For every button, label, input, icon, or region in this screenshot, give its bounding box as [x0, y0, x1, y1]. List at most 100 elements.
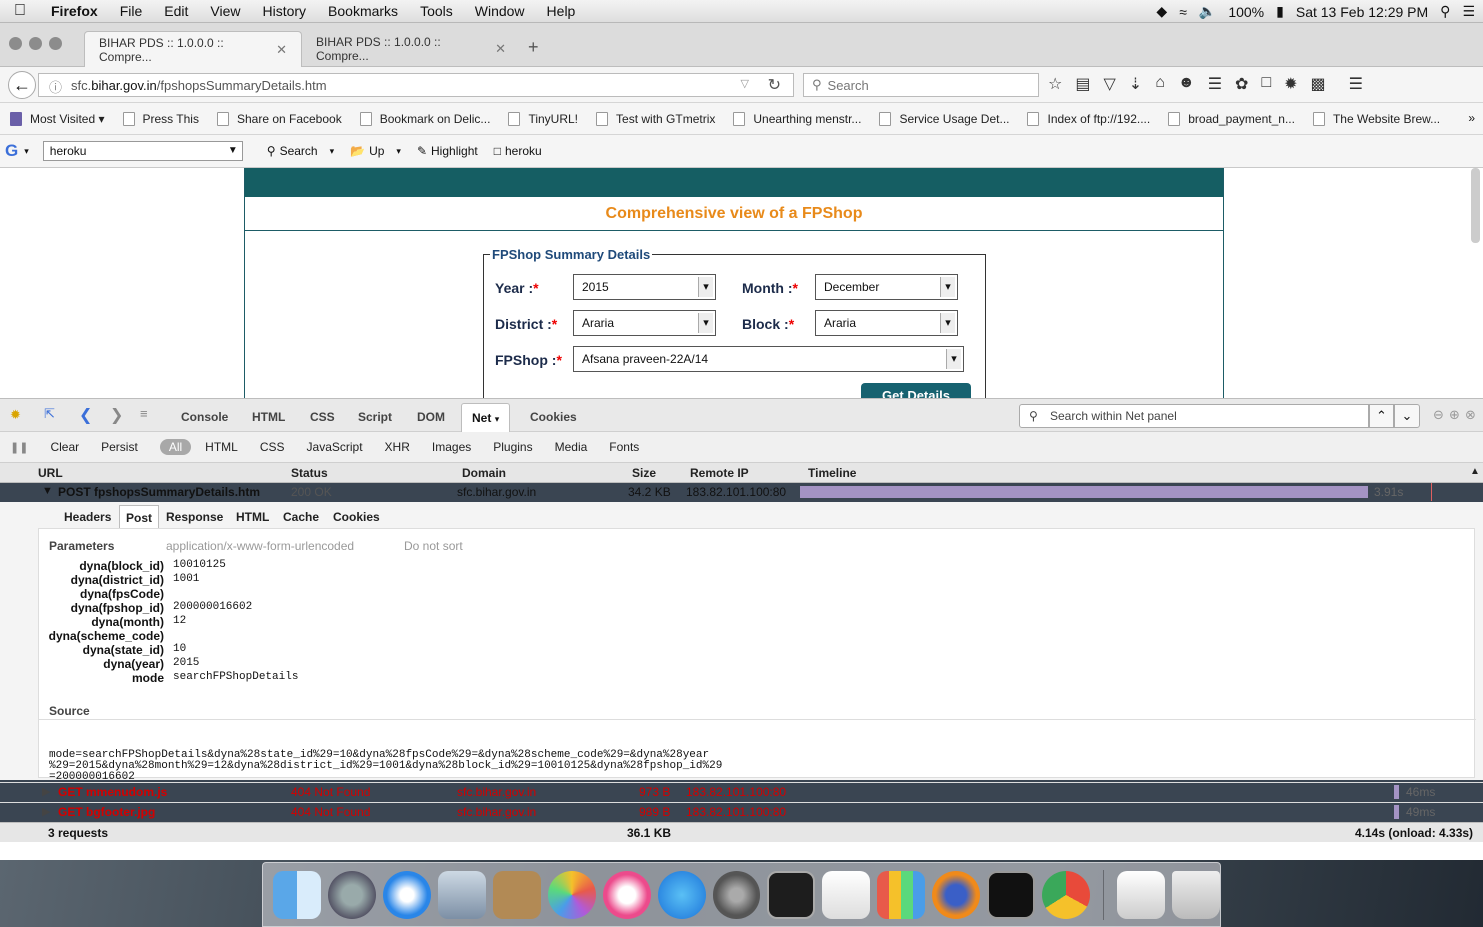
- menu-history[interactable]: History: [251, 3, 317, 19]
- command-line-icon[interactable]: ≡: [140, 406, 148, 421]
- bookmark-broad-payment[interactable]: broad_payment_n...: [1168, 111, 1295, 126]
- google-search-input[interactable]: heroku: [42, 141, 243, 161]
- google-term-button[interactable]: □ heroku: [494, 144, 542, 158]
- minimize-panel-icon[interactable]: ⊖: [1433, 407, 1444, 423]
- filter-css[interactable]: CSS: [260, 440, 285, 454]
- activity-monitor-icon[interactable]: [987, 870, 1036, 919]
- pocket-icon[interactable]: ▽: [1103, 74, 1115, 94]
- volume-icon[interactable]: 🔈: [1199, 3, 1216, 20]
- get-details-button[interactable]: Get Details: [861, 383, 971, 398]
- filter-images[interactable]: Images: [432, 440, 471, 454]
- reload-icon[interactable]: ↻: [768, 75, 781, 95]
- bookmark-delicious[interactable]: Bookmark on Delic...: [359, 111, 490, 126]
- bookmark-most-visited[interactable]: Most Visited ▾: [10, 111, 105, 126]
- photos-icon[interactable]: [547, 870, 596, 919]
- month-select[interactable]: December: [815, 274, 958, 300]
- search-next-button[interactable]: ⌄: [1394, 404, 1420, 428]
- finder-icon[interactable]: [273, 870, 321, 919]
- safari-icon[interactable]: [382, 870, 431, 919]
- system-preferences-icon[interactable]: [712, 870, 761, 919]
- close-window-icon[interactable]: [9, 37, 22, 50]
- table-row[interactable]: ▶ GET mmenudom.js 404 Not Found sfc.biha…: [0, 782, 1483, 801]
- url-bar[interactable]: sfc. bihar.gov.in/fpshopsSummaryDetails.h…: [38, 73, 794, 97]
- menu-file[interactable]: File: [109, 3, 154, 19]
- column-status[interactable]: Status: [291, 466, 328, 480]
- tab-active[interactable]: BIHAR PDS :: 1.0.0.0 :: Compre... ✕: [84, 31, 302, 67]
- hamburger-menu-icon[interactable]: ☰: [1349, 74, 1363, 94]
- tab-inactive[interactable]: BIHAR PDS :: 1.0.0.0 :: Compre... ✕: [302, 31, 520, 67]
- download-icon[interactable]: ⇣: [1129, 74, 1142, 94]
- column-size[interactable]: Size: [632, 466, 656, 480]
- tab-css[interactable]: CSS: [310, 410, 335, 424]
- google-icon[interactable]: G: [5, 141, 18, 161]
- terminal-icon[interactable]: [767, 870, 816, 919]
- filter-media[interactable]: Media: [555, 440, 588, 454]
- reading-list-icon[interactable]: ▤: [1075, 74, 1090, 94]
- forward-icon[interactable]: ❯: [110, 405, 123, 425]
- close-panel-icon[interactable]: ⊗: [1465, 407, 1476, 423]
- column-url[interactable]: URL: [38, 466, 63, 480]
- google-highlight-button[interactable]: ✎ Highlight: [417, 144, 478, 158]
- detail-tab-post[interactable]: Post: [119, 505, 160, 530]
- menu-app-name[interactable]: Firefox: [40, 3, 109, 19]
- menu-help[interactable]: Help: [536, 3, 587, 19]
- chat-icon[interactable]: ☻: [1178, 74, 1195, 94]
- dropdown-arrow-icon[interactable]: ▽: [741, 77, 749, 90]
- new-tab-icon[interactable]: +: [528, 37, 539, 58]
- documents-stack-icon[interactable]: [1117, 870, 1166, 919]
- net-search-input[interactable]: ⚲ Search within Net panel: [1019, 404, 1369, 428]
- expand-icon[interactable]: ▼: [42, 485, 53, 497]
- sort-toggle[interactable]: Do not sort: [404, 539, 463, 553]
- year-select[interactable]: 2015: [573, 274, 716, 300]
- firebug-icon[interactable]: ✹: [1284, 74, 1297, 94]
- expand-icon[interactable]: ▶: [42, 785, 50, 798]
- tab-console[interactable]: Console: [181, 410, 228, 424]
- filter-plugins[interactable]: Plugins: [493, 440, 532, 454]
- star-icon[interactable]: ☆: [1048, 74, 1062, 94]
- chrome-icon[interactable]: [1042, 870, 1091, 919]
- google-search-button[interactable]: ⚲ Search ▾: [267, 144, 334, 158]
- page-scrollbar[interactable]: [1471, 168, 1480, 243]
- clipboard-icon[interactable]: □: [1261, 74, 1271, 94]
- notification-icon[interactable]: ☰: [1462, 3, 1475, 20]
- menu-edit[interactable]: Edit: [153, 3, 199, 19]
- filter-fonts[interactable]: Fonts: [609, 440, 639, 454]
- chevron-right-icon[interactable]: »: [1468, 111, 1475, 125]
- expand-icon[interactable]: ▶: [42, 805, 50, 818]
- persist-button[interactable]: Persist: [101, 440, 138, 454]
- filter-all[interactable]: All: [159, 439, 192, 455]
- info-icon[interactable]: ⓘ: [49, 77, 62, 96]
- home-icon[interactable]: ⌂: [1155, 74, 1165, 94]
- detail-tab-response[interactable]: Response: [166, 510, 223, 524]
- back-icon[interactable]: ❮: [79, 405, 92, 425]
- bookmark-gtmetrix[interactable]: Test with GTmetrix: [596, 111, 715, 126]
- back-arrow-icon[interactable]: ←: [8, 71, 36, 99]
- trash-icon[interactable]: [1172, 870, 1220, 919]
- addon-icon[interactable]: ✿: [1235, 74, 1248, 94]
- table-row[interactable]: ▼ POST fpshopsSummaryDetails.htm 200 OK …: [0, 483, 1483, 502]
- clear-button[interactable]: Clear: [50, 440, 79, 454]
- table-row[interactable]: ▶ GET bgfooter.jpg 404 Not Found sfc.bih…: [0, 802, 1483, 821]
- search-prev-button[interactable]: ⌃: [1369, 404, 1394, 428]
- bookmark-tinyurl[interactable]: TinyURL!: [508, 111, 578, 126]
- bookmark-service-usage[interactable]: Service Usage Det...: [879, 111, 1009, 126]
- apple-icon[interactable]: : [0, 2, 40, 20]
- filter-xhr[interactable]: XHR: [385, 440, 410, 454]
- firefox-icon[interactable]: [932, 870, 981, 919]
- menu-window[interactable]: Window: [464, 3, 536, 19]
- battery-status[interactable]: 100%: [1228, 4, 1264, 20]
- dropbox-icon[interactable]: ◆: [1156, 3, 1167, 20]
- bookmark-unearthing[interactable]: Unearthing menstr...: [733, 111, 861, 126]
- sort-arrow-icon[interactable]: ▲: [1470, 466, 1480, 477]
- pause-icon[interactable]: ❚❚: [10, 441, 28, 454]
- tab-script[interactable]: Script: [358, 410, 392, 424]
- menu-tools[interactable]: Tools: [409, 3, 464, 19]
- minimize-window-icon[interactable]: [29, 37, 42, 50]
- bookmark-press-this[interactable]: Press This: [122, 111, 199, 126]
- contacts-icon[interactable]: [492, 870, 541, 919]
- wifi-icon[interactable]: ≈: [1179, 4, 1187, 20]
- clock[interactable]: Sat 13 Feb 12:29 PM: [1296, 4, 1428, 20]
- tab-cookies[interactable]: Cookies: [530, 410, 577, 424]
- fpshop-select[interactable]: Afsana praveen-22A/14: [573, 346, 964, 372]
- menu-bookmarks[interactable]: Bookmarks: [317, 3, 409, 19]
